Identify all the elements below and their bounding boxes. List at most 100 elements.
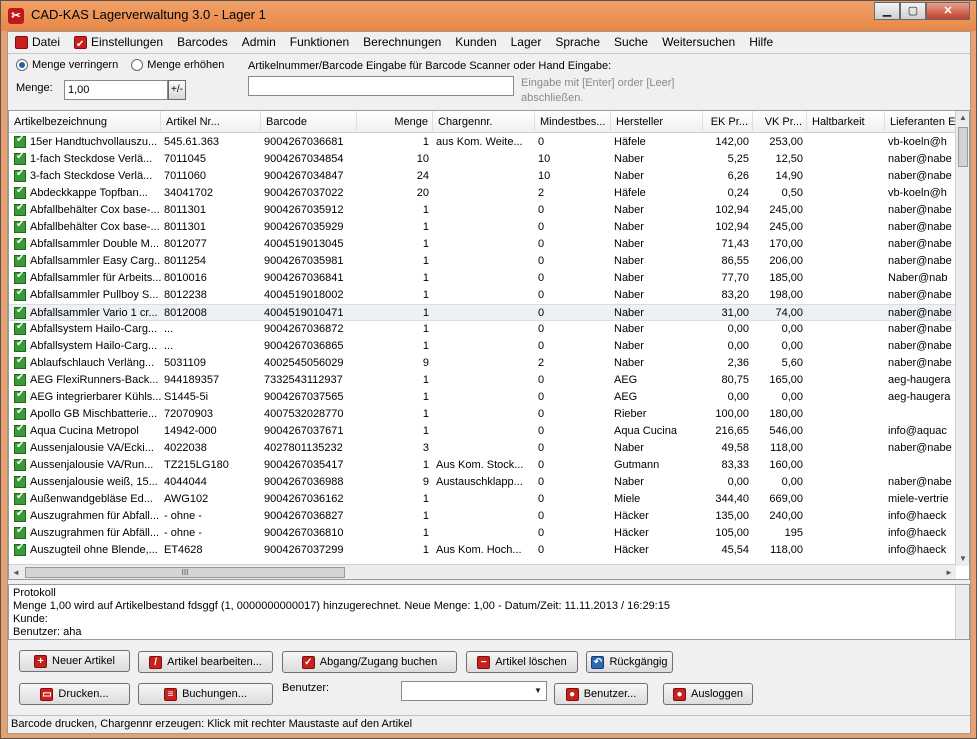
table-row[interactable]: Abfallsammler Easy Carg...8011254 9004267…	[9, 253, 956, 270]
chevron-down-icon[interactable]: ▼	[530, 682, 546, 700]
cell-artikel-nr: 4022038	[164, 442, 207, 454]
col-hersteller[interactable]: Hersteller	[611, 111, 703, 133]
cell-chargennr	[433, 525, 535, 542]
scroll-left-arrow-icon[interactable]: ◄	[9, 565, 23, 579]
table-row[interactable]: AEG FlexiRunners-Back... 944189357 7332543…	[9, 372, 956, 389]
table-row[interactable]: 1-fach Steckdose Verlä... 7011045 90042670…	[9, 151, 956, 168]
menu-admin[interactable]: Admin	[235, 32, 283, 52]
table-row[interactable]: Aussenjalousie VA/Run... TZ215LG180 900426…	[9, 457, 956, 474]
article-table[interactable]: Artikelbezeichnung Artikel Nr... Barcode…	[8, 110, 970, 580]
bookings-button[interactable]: ≡ Buchungen...	[138, 683, 273, 705]
menge-input[interactable]: 1,00	[64, 80, 168, 100]
scroll-thumb[interactable]	[958, 127, 968, 167]
in-stock-check-icon	[14, 253, 26, 267]
cell-menge: 1	[422, 136, 429, 148]
quantity-mode-options: Menge verringern Menge erhöhen	[16, 59, 234, 74]
in-stock-check-icon	[14, 338, 26, 352]
table-horizontal-scrollbar[interactable]: ◄ III ►	[9, 564, 956, 579]
menu-funktionen[interactable]: Funktionen	[283, 32, 356, 52]
menu-berechnungen[interactable]: Berechnungen	[356, 32, 448, 52]
table-row[interactable]: Auszugteil ohne Blende,... ET4628 90042670…	[9, 542, 956, 559]
table-row[interactable]: 3-fach Steckdose Verlä... 7011060 90042670…	[9, 168, 956, 185]
menu-kunden[interactable]: Kunden	[448, 32, 503, 52]
table-row[interactable]: Ablaufschlauch Verläng... 5031109 40025450…	[9, 355, 956, 372]
table-row[interactable]: Außenwandgebläse Ed... AWG102 900426703616…	[9, 491, 956, 508]
cell-ek-preis: 0,00	[727, 391, 749, 403]
protocol-log[interactable]: Protokoll Menge 1,00 wird auf Artikelbes…	[8, 584, 970, 640]
cell-lieferanten: info@haeck	[888, 510, 947, 522]
table-row[interactable]: Auszugrahmen für Abfall... - ohne - 900426…	[9, 508, 956, 525]
cell-barcode: 9004267035981	[264, 255, 344, 267]
col-haltbarkeit[interactable]: Haltbarkeit	[807, 111, 885, 133]
title-bar[interactable]: ✂ CAD-KAS Lagerverwaltung 3.0 - Lager 1 …	[1, 1, 976, 31]
col-mindestbestand[interactable]: Mindestbes...	[535, 111, 611, 133]
table-row[interactable]: Abfallbehälter Cox base-... 8011301 900426…	[9, 202, 956, 219]
in-stock-check-icon	[14, 372, 26, 386]
table-row[interactable]: Abfallsammler Double M... 8012077 40045190…	[9, 236, 956, 253]
maximize-button[interactable]: ▢	[900, 2, 926, 20]
cell-chargennr	[433, 372, 535, 389]
button-label: Benutzer...	[583, 688, 637, 700]
in-stock-check-icon	[14, 355, 26, 369]
menu-barcodes[interactable]: Barcodes	[170, 32, 235, 52]
protocol-scrollbar[interactable]	[955, 585, 969, 639]
table-row[interactable]: Abfallsammler für Arbeits...8010016 90042…	[9, 270, 956, 287]
table-row[interactable]: Aussenjalousie weiß, 15... 4044044 9004267…	[9, 474, 956, 491]
col-vk-preis[interactable]: VK Pr...	[753, 111, 807, 133]
book-stock-button[interactable]: ✓ Abgang/Zugang buchen	[282, 651, 457, 673]
table-vertical-scrollbar[interactable]: ▲ ▼	[955, 111, 969, 566]
menu-sprache[interactable]: Sprache	[548, 32, 607, 52]
scroll-right-arrow-icon[interactable]: ►	[942, 565, 956, 579]
cell-hersteller: Miele	[614, 493, 641, 505]
print-button[interactable]: ▭ Drucken...	[19, 683, 130, 705]
menu-suche[interactable]: Suche	[607, 32, 655, 52]
cell-menge: 1	[422, 459, 429, 471]
close-button[interactable]: ✕	[926, 2, 970, 20]
cell-mindestbestand: 0	[538, 527, 545, 539]
col-chargennr[interactable]: Chargennr.	[433, 111, 535, 133]
col-lieferanten[interactable]: Lieferanten E	[885, 111, 956, 133]
cell-vk-preis: 14,90	[775, 170, 803, 182]
table-row[interactable]: Abfallsammler Pullboy S... 8012238 4004519…	[9, 287, 956, 304]
table-row[interactable]: Aqua Cucina Metropol 14942-000 90042670376…	[9, 423, 956, 440]
table-row[interactable]: AEG integrierbarer Kühls...S1445-5i 90042…	[9, 389, 956, 406]
cell-chargennr: Aus Kom. Hoch...	[436, 544, 522, 556]
table-row[interactable]: Abdeckkappe Topfban... 34041702 9004267037…	[9, 185, 956, 202]
col-artikelbezeichnung[interactable]: Artikelbezeichnung	[9, 111, 161, 133]
col-artikel-nr[interactable]: Artikel Nr...	[161, 111, 261, 133]
edit-article-button[interactable]: / Artikel bearbeiten...	[138, 651, 273, 673]
menu-hilfe[interactable]: Hilfe	[742, 32, 780, 52]
table-row[interactable]: 15er Handtuchvollauszu... 545.61.363 90042…	[9, 134, 956, 151]
table-row[interactable]: Abfallsystem Hailo-Carg...... 90042670368…	[9, 321, 956, 338]
menu-einstellungen[interactable]: Einstellungen	[67, 32, 170, 55]
menge-sign-toggle-button[interactable]: +/-	[168, 80, 186, 100]
cell-haltbarkeit	[807, 508, 885, 525]
scroll-down-arrow-icon[interactable]: ▼	[956, 552, 969, 566]
menu-weitersuchen[interactable]: Weitersuchen	[655, 32, 742, 52]
scroll-thumb-horizontal[interactable]: III	[25, 567, 345, 578]
in-stock-check-icon	[14, 491, 26, 505]
radio-menge-erhoehen[interactable]: Menge erhöhen	[131, 59, 224, 71]
logout-button[interactable]: ● Ausloggen	[663, 683, 753, 705]
menu-datei[interactable]: Datei	[8, 32, 67, 52]
minimize-button[interactable]: ▁	[874, 2, 900, 20]
user-select[interactable]: ▼	[401, 681, 547, 701]
cell-barcode: 9004267037022	[264, 187, 344, 199]
menu-lager[interactable]: Lager	[504, 32, 549, 52]
table-row[interactable]: Aussenjalousie VA/Ecki... 4022038 40278011…	[9, 440, 956, 457]
table-row[interactable]: Abfallsammler Vario 1 cr... 8012008 400451…	[9, 304, 956, 321]
barcode-scan-input[interactable]	[248, 76, 514, 96]
table-row[interactable]: Abfallbehälter Cox base-... 8011301 900426…	[9, 219, 956, 236]
table-row[interactable]: Apollo GB Mischbatterie... 72070903 400753…	[9, 406, 956, 423]
undo-button[interactable]: ↶ Rückgängig	[586, 651, 673, 673]
col-barcode[interactable]: Barcode	[261, 111, 357, 133]
delete-article-button[interactable]: − Artikel löschen	[466, 651, 578, 673]
users-button[interactable]: ● Benutzer...	[554, 683, 648, 705]
new-article-button[interactable]: + Neuer Artikel	[19, 650, 130, 672]
radio-menge-verringern[interactable]: Menge verringern	[16, 59, 118, 71]
scroll-up-arrow-icon[interactable]: ▲	[956, 111, 969, 125]
table-row[interactable]: Abfallsystem Hailo-Carg...... 90042670368…	[9, 338, 956, 355]
col-menge[interactable]: Menge	[357, 111, 433, 133]
col-ek-preis[interactable]: EK Pr...	[703, 111, 753, 133]
table-row[interactable]: Auszugrahmen für Abfäll... - ohne - 900426…	[9, 525, 956, 542]
